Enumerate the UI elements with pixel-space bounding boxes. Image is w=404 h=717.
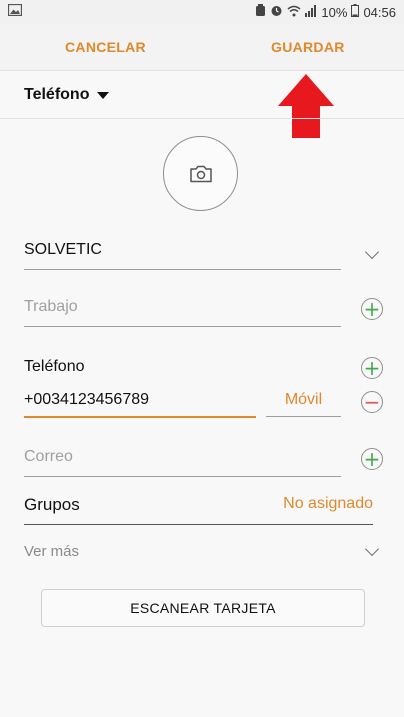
- email-placeholder: Correo: [24, 448, 73, 465]
- scan-card-label: ESCANEAR TARJETA: [130, 600, 276, 616]
- battery-icon: [351, 4, 360, 20]
- plus-icon: +: [363, 447, 381, 471]
- add-company-button[interactable]: +: [361, 298, 383, 320]
- company-field[interactable]: Trabajo: [24, 298, 341, 327]
- action-bar: CANCELAR GUARDAR: [0, 24, 404, 71]
- underline: [24, 476, 341, 477]
- add-email-button[interactable]: +: [361, 448, 383, 470]
- plus-icon: +: [363, 297, 381, 321]
- status-icons: 10% 04:56: [255, 4, 396, 20]
- underline: [24, 326, 341, 327]
- plus-icon: +: [363, 356, 381, 380]
- status-time: 04:56: [363, 4, 396, 20]
- groups-label: Grupos: [24, 495, 80, 514]
- groups-row[interactable]: Grupos No asignado: [24, 495, 373, 526]
- photo-picker[interactable]: [163, 136, 238, 211]
- camera-icon: [189, 165, 212, 182]
- underline: [266, 416, 341, 417]
- phone-type-value: Móvil: [284, 391, 323, 408]
- name-value: SOLVETIC: [24, 241, 102, 258]
- account-selector[interactable]: Teléfono: [24, 86, 110, 104]
- more-fields-label[interactable]: Ver más: [24, 543, 79, 560]
- underline: [24, 269, 341, 270]
- status-bar: 10% 04:56: [0, 0, 404, 24]
- underline: [24, 524, 373, 525]
- wifi-icon: [287, 5, 301, 20]
- notification-icon: [255, 4, 266, 20]
- groups-value: No asignado: [283, 495, 373, 512]
- email-field[interactable]: Correo: [24, 448, 341, 477]
- account-label: Teléfono: [24, 86, 90, 103]
- minus-icon: −: [363, 390, 381, 414]
- phone-type-selector[interactable]: Móvil: [266, 391, 341, 417]
- divider: [0, 118, 404, 119]
- company-placeholder: Trabajo: [24, 298, 78, 315]
- name-field[interactable]: SOLVETIC: [24, 241, 341, 270]
- chevron-down-icon[interactable]: [364, 244, 380, 260]
- remove-phone-button[interactable]: −: [361, 391, 383, 413]
- scan-card-button[interactable]: ESCANEAR TARJETA: [41, 589, 365, 627]
- phone-value: +0034123456789: [24, 391, 150, 408]
- save-button[interactable]: GUARDAR: [271, 39, 345, 55]
- chevron-down-icon[interactable]: [364, 541, 380, 557]
- phone-number-field[interactable]: +0034123456789: [24, 391, 256, 418]
- add-phone-button[interactable]: +: [361, 357, 383, 379]
- alarm-icon: [270, 4, 283, 20]
- phone-label: Teléfono: [24, 358, 85, 375]
- battery-percentage: 10%: [321, 4, 348, 20]
- cancel-button[interactable]: CANCELAR: [65, 39, 146, 55]
- caret-down-icon: [97, 91, 110, 99]
- red-arrow-up-icon: [278, 74, 334, 138]
- signal-icon: [305, 4, 317, 20]
- underline-active: [24, 416, 256, 418]
- gallery-icon: [7, 3, 23, 19]
